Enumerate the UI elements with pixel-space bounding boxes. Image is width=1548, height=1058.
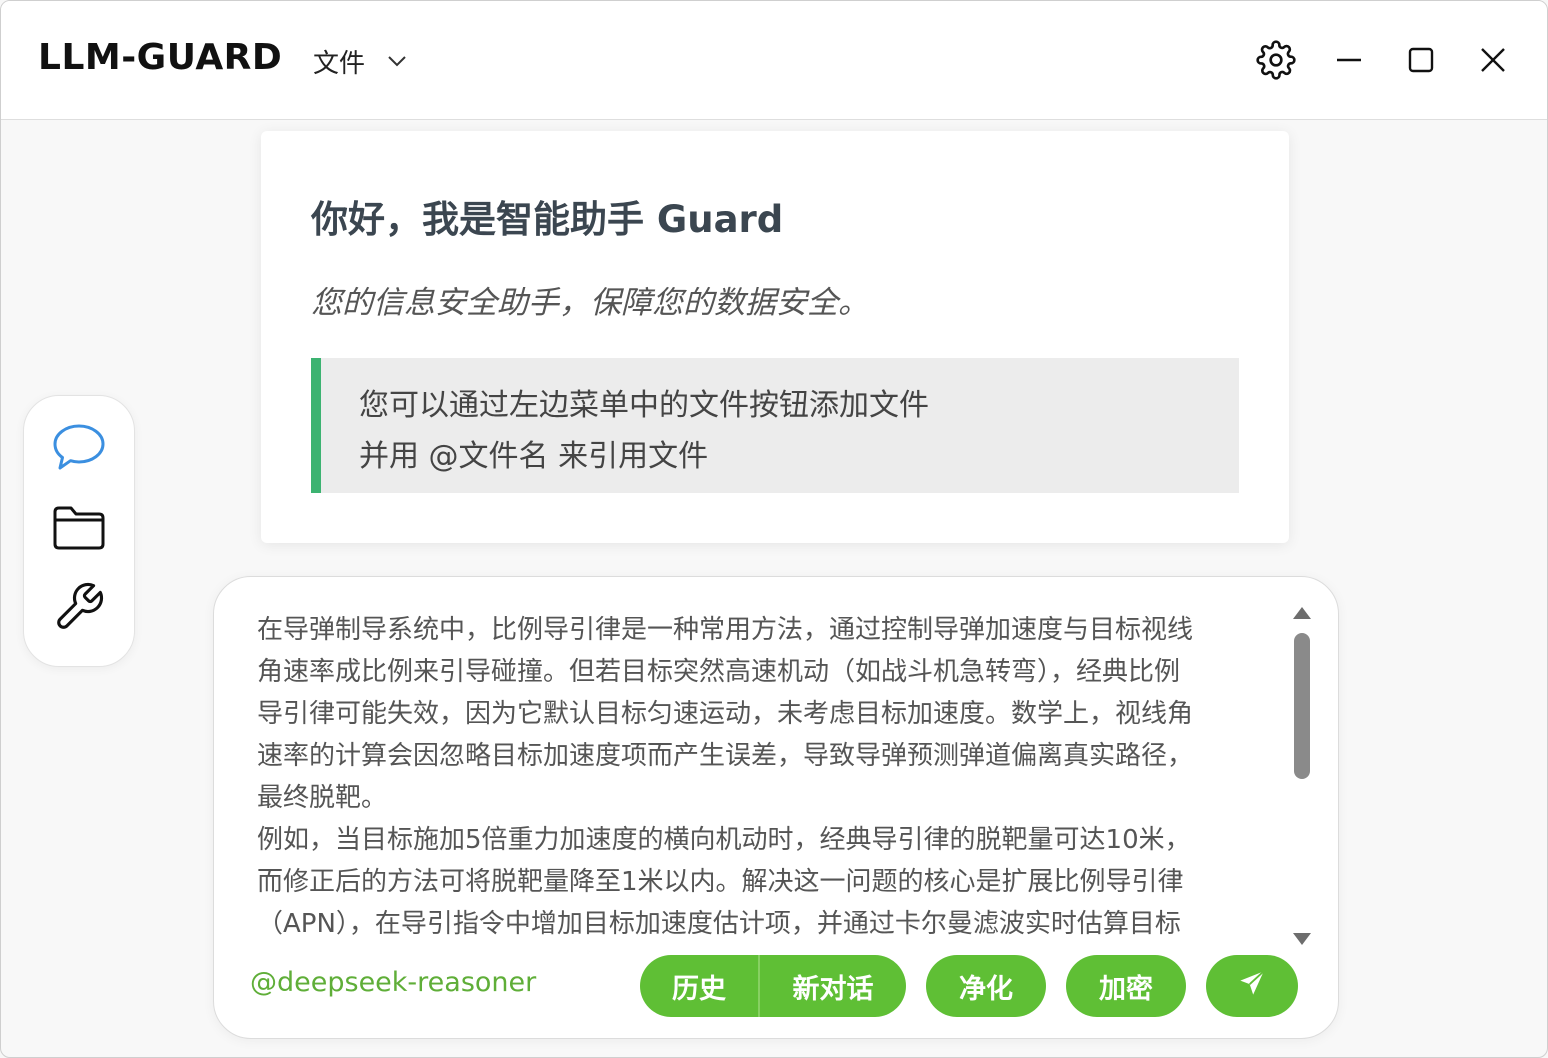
tip-line-2: 并用 @文件名 来引用文件 [359,439,709,474]
model-tag[interactable]: @deepseek-reasoner [250,967,536,998]
app-window: LLM-GUARD 文件 你好，我是智能助手 Guard 您的信息安全助手，保障… [0,0,1548,1058]
minimize-button[interactable] [1328,39,1370,81]
maximize-button[interactable] [1400,39,1442,81]
tip-line-1: 您可以通过左边菜单中的文件按钮添加文件 [359,388,929,423]
settings-button[interactable] [1255,39,1297,81]
encrypt-button[interactable]: 加密 [1066,955,1186,1017]
close-button[interactable] [1472,39,1514,81]
scroll-thumb[interactable] [1294,633,1310,779]
sidebar-item-chat[interactable] [52,422,106,476]
app-title: LLM-GUARD [38,37,283,78]
wrench-icon [52,580,106,638]
message-scrollbar[interactable] [1290,605,1314,945]
folder-icon [52,502,106,556]
scroll-down-arrow-icon[interactable] [1293,933,1311,945]
maximize-icon [1407,46,1435,74]
message-text[interactable]: 在导弹制导系统中，比例导引律是一种常用方法，通过控制导弹加速度与目标视线 角速率… [257,609,1277,939]
chevron-down-icon [387,52,407,71]
welcome-title: 你好，我是智能助手 Guard [311,198,784,241]
new-chat-button[interactable]: 新对话 [760,955,906,1017]
tip-box: 您可以通过左边菜单中的文件按钮添加文件 并用 @文件名 来引用文件 [311,358,1239,493]
welcome-card: 你好，我是智能助手 Guard 您的信息安全助手，保障您的数据安全。 您可以通过… [261,131,1289,543]
file-menu-label: 文件 [313,48,366,79]
minimize-icon [1335,46,1363,74]
message-input[interactable]: 在导弹制导系统中，比例导引律是一种常用方法，通过控制导弹加速度与目标视线 角速率… [257,609,1277,939]
file-menu[interactable]: 文件 [313,41,407,81]
welcome-subtitle: 您的信息安全助手，保障您的数据安全。 [311,285,869,321]
sidebar-item-files[interactable] [52,502,106,556]
close-icon [1479,46,1507,74]
send-icon [1238,969,1266,1004]
composer: 在导弹制导系统中，比例导引律是一种常用方法，通过控制导弹加速度与目标视线 角速率… [213,576,1339,1039]
sidebar-item-tools[interactable] [52,582,106,636]
scroll-up-arrow-icon[interactable] [1293,607,1311,619]
title-bar: LLM-GUARD 文件 [1,1,1547,120]
side-rail [23,395,135,667]
send-button[interactable] [1206,955,1298,1017]
history-button[interactable]: 历史 [640,955,760,1017]
sanitize-button[interactable]: 净化 [926,955,1046,1017]
chat-bubble-icon [52,420,106,478]
history-newchat-group: 历史 新对话 [640,955,906,1017]
gear-icon [1256,40,1296,80]
